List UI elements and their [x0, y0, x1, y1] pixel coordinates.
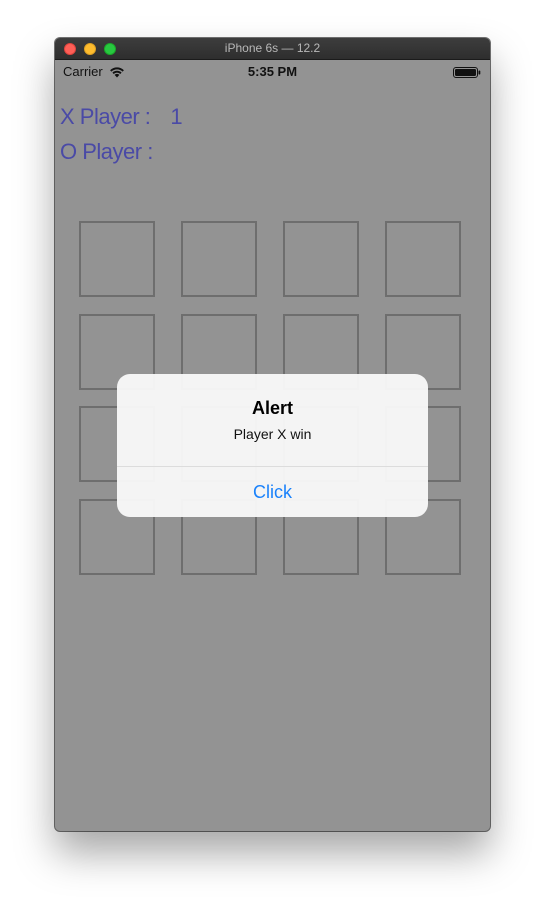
title-bar: iPhone 6s — 12.2: [55, 38, 490, 60]
board-cell[interactable]: [385, 221, 461, 297]
x-player-label: X Player :: [60, 104, 151, 129]
o-player-score: O Player :: [60, 139, 173, 165]
board-cell[interactable]: [283, 221, 359, 297]
status-time: 5:35 PM: [247, 64, 298, 79]
alert-click-button[interactable]: Click: [117, 467, 428, 517]
status-bar: Carrier 5:35 PM: [55, 60, 490, 82]
board-cell[interactable]: [181, 221, 257, 297]
alert-title: Alert: [251, 398, 293, 418]
battery-icon: [453, 67, 481, 78]
window-title: iPhone 6s — 12.2: [224, 41, 321, 55]
x-player-value: 1: [170, 104, 183, 129]
alert-message: Player X win: [233, 426, 312, 442]
alert-dialog: Alert Player X win Click: [117, 374, 428, 517]
board-cell[interactable]: [79, 221, 155, 297]
x-player-score: X Player : 1: [60, 104, 183, 130]
o-player-label: O Player :: [60, 139, 153, 164]
simulator-window: iPhone 6s — 12.2 Carrier 5:35 PM X Playe…: [55, 38, 490, 831]
